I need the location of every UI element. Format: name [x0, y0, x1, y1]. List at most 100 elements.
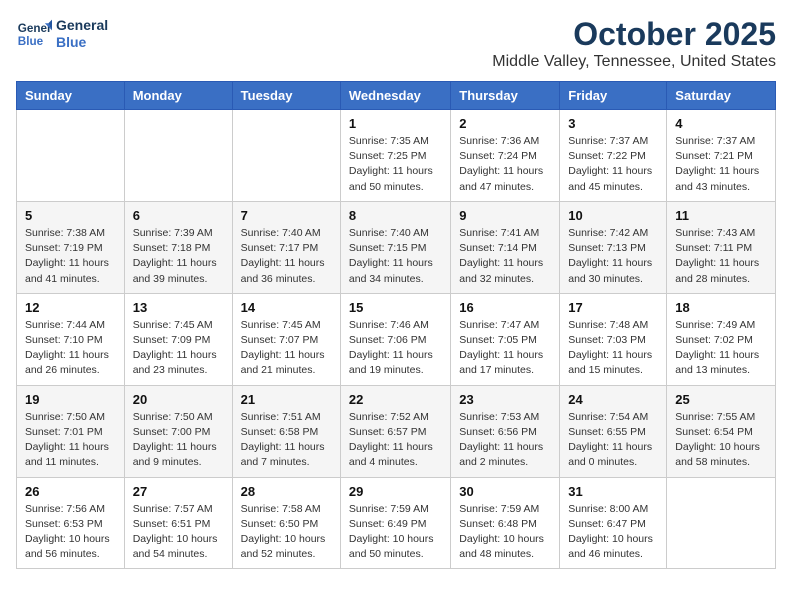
calendar-week-5: 26 Sunrise: 7:56 AM Sunset: 6:53 PM Dayli… — [17, 477, 776, 569]
day-info: Sunrise: 7:35 AM Sunset: 7:25 PM Dayligh… — [349, 134, 442, 195]
day-info: Sunrise: 7:55 AM Sunset: 6:54 PM Dayligh… — [675, 410, 767, 471]
day-info: Sunrise: 7:54 AM Sunset: 6:55 PM Dayligh… — [568, 410, 658, 471]
day-info: Sunrise: 7:36 AM Sunset: 7:24 PM Dayligh… — [459, 134, 551, 195]
day-info: Sunrise: 7:40 AM Sunset: 7:17 PM Dayligh… — [241, 226, 332, 287]
day-info: Sunrise: 7:51 AM Sunset: 6:58 PM Dayligh… — [241, 410, 332, 471]
calendar-cell — [232, 110, 340, 202]
day-number: 17 — [568, 300, 658, 315]
day-number: 3 — [568, 116, 658, 131]
calendar-cell: 27Sunrise: 7:57 AM Sunset: 6:51 PM Dayli… — [124, 477, 232, 569]
calendar-cell: 14 Sunrise: 7:45 AM Sunset: 7:07 PM Dayli… — [232, 293, 340, 385]
calendar-header-row: SundayMondayTuesdayWednesdayThursdayFrid… — [17, 82, 776, 110]
calendar-cell: 21Sunrise: 7:51 AM Sunset: 6:58 PM Dayli… — [232, 385, 340, 477]
day-info: Sunrise: 7:40 AM Sunset: 7:15 PM Dayligh… — [349, 226, 442, 287]
day-info: Sunrise: 7:45 AM Sunset: 7:07 PM Dayligh… — [241, 318, 332, 379]
calendar-week-3: 12Sunrise: 7:44 AM Sunset: 7:10 PM Dayli… — [17, 293, 776, 385]
day-number: 16 — [459, 300, 551, 315]
day-number: 5 — [25, 208, 116, 223]
day-info: Sunrise: 7:39 AM Sunset: 7:18 PM Dayligh… — [133, 226, 224, 287]
calendar-cell: 3 Sunrise: 7:37 AM Sunset: 7:22 PM Daylig… — [560, 110, 667, 202]
day-number: 18 — [675, 300, 767, 315]
day-number: 29 — [349, 484, 442, 499]
day-number: 30 — [459, 484, 551, 499]
day-number: 6 — [133, 208, 224, 223]
month-title: October 2025 — [492, 16, 776, 53]
day-number: 11 — [675, 208, 767, 223]
calendar-cell: 12Sunrise: 7:44 AM Sunset: 7:10 PM Dayli… — [17, 293, 125, 385]
day-info: Sunrise: 7:42 AM Sunset: 7:13 PM Dayligh… — [568, 226, 658, 287]
day-number: 23 — [459, 392, 551, 407]
calendar-cell: 6 Sunrise: 7:39 AM Sunset: 7:18 PM Daylig… — [124, 201, 232, 293]
calendar-cell: 28Sunrise: 7:58 AM Sunset: 6:50 PM Dayli… — [232, 477, 340, 569]
calendar-cell: 13 Sunrise: 7:45 AM Sunset: 7:09 PM Dayli… — [124, 293, 232, 385]
calendar-cell: 5 Sunrise: 7:38 AM Sunset: 7:19 PM Daylig… — [17, 201, 125, 293]
calendar-cell: 24 Sunrise: 7:54 AM Sunset: 6:55 PM Dayli… — [560, 385, 667, 477]
title-section: October 2025 Middle Valley, Tennessee, U… — [492, 16, 776, 71]
calendar-cell: 25 Sunrise: 7:55 AM Sunset: 6:54 PM Dayli… — [667, 385, 776, 477]
day-info: Sunrise: 7:53 AM Sunset: 6:56 PM Dayligh… — [459, 410, 551, 471]
day-info: Sunrise: 7:56 AM Sunset: 6:53 PM Dayligh… — [25, 502, 116, 563]
calendar-cell: 15Sunrise: 7:46 AM Sunset: 7:06 PM Dayli… — [340, 293, 450, 385]
day-number: 13 — [133, 300, 224, 315]
day-info: Sunrise: 7:50 AM Sunset: 7:00 PM Dayligh… — [133, 410, 224, 471]
header-sunday: Sunday — [17, 82, 125, 110]
calendar-cell: 7 Sunrise: 7:40 AM Sunset: 7:17 PM Daylig… — [232, 201, 340, 293]
calendar-cell: 11 Sunrise: 7:43 AM Sunset: 7:11 PM Dayli… — [667, 201, 776, 293]
calendar-cell: 29Sunrise: 7:59 AM Sunset: 6:49 PM Dayli… — [340, 477, 450, 569]
calendar-week-1: 1 Sunrise: 7:35 AM Sunset: 7:25 PM Daylig… — [17, 110, 776, 202]
calendar-cell: 22 Sunrise: 7:52 AM Sunset: 6:57 PM Dayli… — [340, 385, 450, 477]
calendar-cell — [124, 110, 232, 202]
day-number: 12 — [25, 300, 116, 315]
day-number: 10 — [568, 208, 658, 223]
header-wednesday: Wednesday — [340, 82, 450, 110]
calendar-cell: 23 Sunrise: 7:53 AM Sunset: 6:56 PM Dayli… — [451, 385, 560, 477]
logo: General Blue General Blue — [16, 16, 108, 52]
day-info: Sunrise: 7:37 AM Sunset: 7:22 PM Dayligh… — [568, 134, 658, 195]
day-number: 24 — [568, 392, 658, 407]
day-number: 19 — [25, 392, 116, 407]
day-info: Sunrise: 7:43 AM Sunset: 7:11 PM Dayligh… — [675, 226, 767, 287]
calendar-cell: 9Sunrise: 7:41 AM Sunset: 7:14 PM Daylig… — [451, 201, 560, 293]
day-number: 14 — [241, 300, 332, 315]
calendar-cell: 19 Sunrise: 7:50 AM Sunset: 7:01 PM Dayli… — [17, 385, 125, 477]
calendar-cell: 18 Sunrise: 7:49 AM Sunset: 7:02 PM Dayli… — [667, 293, 776, 385]
day-info: Sunrise: 7:49 AM Sunset: 7:02 PM Dayligh… — [675, 318, 767, 379]
header-tuesday: Tuesday — [232, 82, 340, 110]
svg-text:Blue: Blue — [18, 35, 44, 48]
day-number: 25 — [675, 392, 767, 407]
day-number: 9 — [459, 208, 551, 223]
calendar-cell: 30 Sunrise: 7:59 AM Sunset: 6:48 PM Dayli… — [451, 477, 560, 569]
header-friday: Friday — [560, 82, 667, 110]
day-number: 31 — [568, 484, 658, 499]
day-number: 15 — [349, 300, 442, 315]
day-info: Sunrise: 7:38 AM Sunset: 7:19 PM Dayligh… — [25, 226, 116, 287]
day-number: 2 — [459, 116, 551, 131]
day-info: Sunrise: 7:47 AM Sunset: 7:05 PM Dayligh… — [459, 318, 551, 379]
day-info: Sunrise: 7:37 AM Sunset: 7:21 PM Dayligh… — [675, 134, 767, 195]
day-info: Sunrise: 7:45 AM Sunset: 7:09 PM Dayligh… — [133, 318, 224, 379]
calendar-table: SundayMondayTuesdayWednesdayThursdayFrid… — [16, 81, 776, 569]
day-number: 7 — [241, 208, 332, 223]
calendar-cell: 8Sunrise: 7:40 AM Sunset: 7:15 PM Daylig… — [340, 201, 450, 293]
day-number: 1 — [349, 116, 442, 131]
header-saturday: Saturday — [667, 82, 776, 110]
day-number: 22 — [349, 392, 442, 407]
day-info: Sunrise: 7:57 AM Sunset: 6:51 PM Dayligh… — [133, 502, 224, 563]
calendar-cell: 20Sunrise: 7:50 AM Sunset: 7:00 PM Dayli… — [124, 385, 232, 477]
day-info: Sunrise: 7:48 AM Sunset: 7:03 PM Dayligh… — [568, 318, 658, 379]
day-info: Sunrise: 7:59 AM Sunset: 6:48 PM Dayligh… — [459, 502, 551, 563]
calendar-week-4: 19 Sunrise: 7:50 AM Sunset: 7:01 PM Dayli… — [17, 385, 776, 477]
header-monday: Monday — [124, 82, 232, 110]
calendar-cell: 16 Sunrise: 7:47 AM Sunset: 7:05 PM Dayli… — [451, 293, 560, 385]
calendar-cell — [667, 477, 776, 569]
calendar-cell — [17, 110, 125, 202]
page-header: General Blue General Blue October 2025 M… — [16, 16, 776, 71]
calendar-cell: 26 Sunrise: 7:56 AM Sunset: 6:53 PM Dayli… — [17, 477, 125, 569]
day-number: 4 — [675, 116, 767, 131]
logo-text-blue: Blue — [56, 34, 108, 51]
calendar-cell: 4 Sunrise: 7:37 AM Sunset: 7:21 PM Daylig… — [667, 110, 776, 202]
day-info: Sunrise: 7:58 AM Sunset: 6:50 PM Dayligh… — [241, 502, 332, 563]
day-number: 26 — [25, 484, 116, 499]
day-info: Sunrise: 7:52 AM Sunset: 6:57 PM Dayligh… — [349, 410, 442, 471]
day-info: Sunrise: 7:50 AM Sunset: 7:01 PM Dayligh… — [25, 410, 116, 471]
